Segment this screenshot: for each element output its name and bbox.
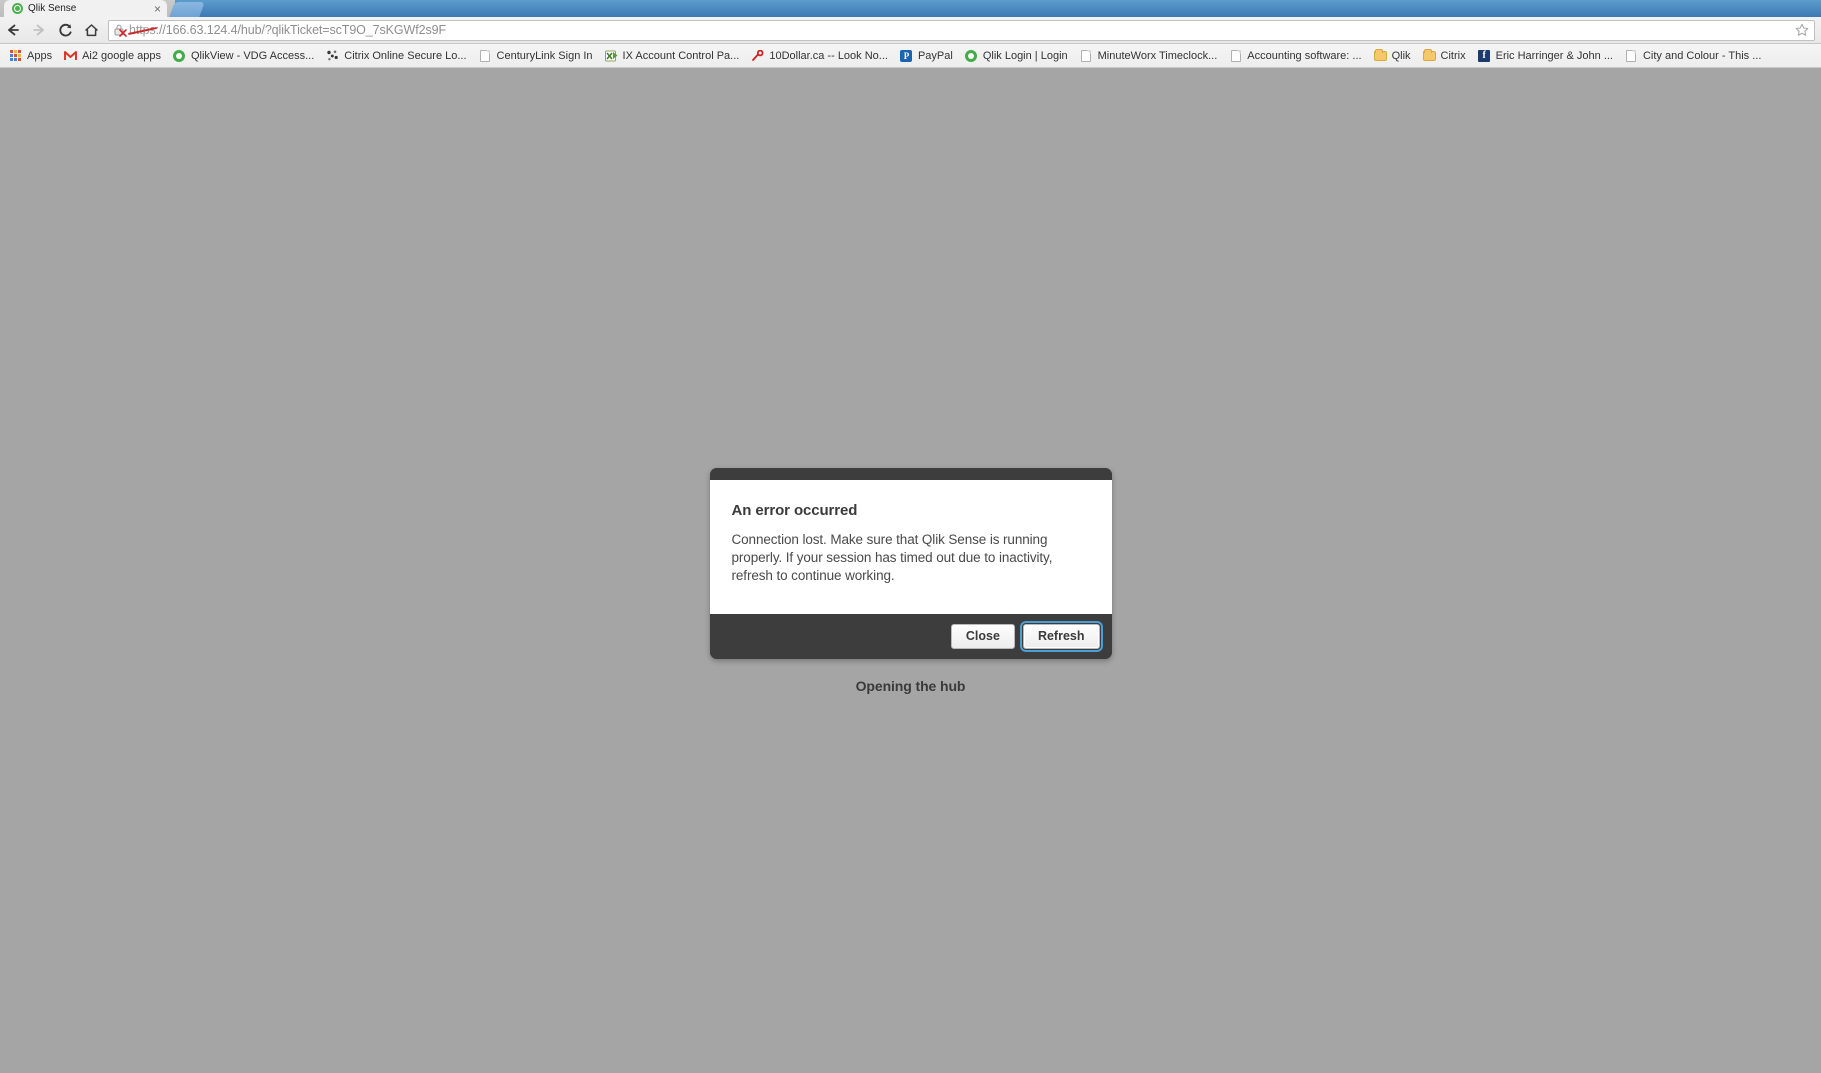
bookmark-qlikview-vdg-access[interactable]: QlikView - VDG Access... xyxy=(167,46,320,66)
document-icon xyxy=(1080,49,1093,62)
browser-toolbar: https://166.63.124.4/hub/?qlikTicket=scT… xyxy=(0,17,1821,44)
bookmark-eric-harringer-john[interactable]: f Eric Harringer & John ... xyxy=(1472,46,1619,66)
bookmark-accounting-software[interactable]: Accounting software: ... xyxy=(1223,46,1367,66)
bookmarks-bar: Apps Ai2 google apps QlikView - VDG Acce… xyxy=(0,44,1821,68)
browser-window: Qlik Sense × https://166.63.124.4/hub/?q… xyxy=(0,0,1821,1073)
qlik-sense-favicon xyxy=(12,3,23,14)
bookmark-folder-citrix[interactable]: Citrix xyxy=(1417,46,1472,66)
bookmark-label: Accounting software: ... xyxy=(1247,49,1362,62)
dialog-footer: Close Refresh xyxy=(709,614,1112,659)
document-icon xyxy=(1229,49,1242,62)
bookmark-label: Apps xyxy=(27,49,53,62)
bookmark-label: Citrix xyxy=(1440,49,1466,62)
bookmark-folder-qlik[interactable]: Qlik xyxy=(1368,46,1417,66)
new-tab-button[interactable] xyxy=(169,2,205,17)
refresh-button[interactable]: Refresh xyxy=(1019,620,1103,653)
bookmark-city-and-colour[interactable]: City and Colour - This ... xyxy=(1619,46,1767,66)
home-icon[interactable] xyxy=(78,17,104,43)
reload-icon[interactable] xyxy=(52,17,78,43)
facebook-icon: f xyxy=(1478,49,1491,62)
broken-https-lock-icon[interactable] xyxy=(113,23,127,37)
document-icon xyxy=(479,49,492,62)
forward-icon[interactable] xyxy=(26,17,52,43)
url-rest: ://166.63.124.4/hub/?qlikTicket=scT9O_7s… xyxy=(155,23,446,37)
bookmark-label: City and Colour - This ... xyxy=(1642,49,1762,62)
paypal-icon: P xyxy=(900,49,913,62)
qlik-circle-icon xyxy=(965,49,978,62)
tabstrip-background xyxy=(0,0,1821,17)
address-bar[interactable]: https://166.63.124.4/hub/?qlikTicket=scT… xyxy=(108,19,1815,41)
bookmark-label: CenturyLink Sign In xyxy=(496,49,593,62)
bookmark-apps[interactable]: Apps xyxy=(3,46,58,66)
bookmark-ai2-google-apps[interactable]: Ai2 google apps xyxy=(58,46,167,66)
document-icon xyxy=(1625,49,1638,62)
address-bar-text: https://166.63.124.4/hub/?qlikTicket=scT… xyxy=(129,23,446,37)
qlik-circle-icon xyxy=(173,49,186,62)
bookmark-label: PayPal xyxy=(917,49,953,62)
star-icon[interactable] xyxy=(1794,22,1810,38)
gmail-icon xyxy=(64,49,78,62)
back-icon[interactable] xyxy=(0,17,26,43)
bookmark-label: 10Dollar.ca -- Look No... xyxy=(769,49,888,62)
dialog-message: Connection lost. Make sure that Qlik Sen… xyxy=(731,532,1053,583)
url-scheme: https xyxy=(129,23,156,37)
apps-grid-icon xyxy=(9,49,22,62)
bookmark-label: Qlik Login | Login xyxy=(982,49,1068,62)
hub-status-text: Opening the hub xyxy=(855,678,966,694)
tab-title: Qlik Sense xyxy=(28,3,77,14)
bookmark-citrix-online-secure-logon[interactable]: Citrix Online Secure Lo... xyxy=(320,46,472,66)
bookmark-label: Eric Harringer & John ... xyxy=(1495,49,1613,62)
dialog-title: An error occurred xyxy=(731,502,858,519)
bookmark-10dollar-ca[interactable]: 10Dollar.ca -- Look No... xyxy=(745,46,894,66)
bookmark-label: Qlik xyxy=(1391,49,1411,62)
bookmark-minuteworx-timeclock[interactable]: MinuteWorx Timeclock... xyxy=(1074,46,1224,66)
dialog-body: An error occurred Connection lost. Make … xyxy=(709,480,1112,614)
citrix-icon xyxy=(326,49,339,62)
page-viewport: An error occurred Connection lost. Make … xyxy=(0,68,1821,1073)
bookmark-ix-account-control-panel[interactable]: IX Account Control Pa... xyxy=(599,46,746,66)
bookmark-qlik-login[interactable]: Qlik Login | Login xyxy=(959,46,1074,66)
close-icon[interactable]: × xyxy=(154,3,161,15)
link-icon xyxy=(751,49,764,62)
bookmark-label: Ai2 google apps xyxy=(82,49,161,62)
dialog-and-status-wrapper: An error occurred Connection lost. Make … xyxy=(676,468,1146,694)
folder-icon xyxy=(1422,48,1436,62)
dialog-header xyxy=(709,468,1112,480)
bookmark-centurylink-sign-in[interactable]: CenturyLink Sign In xyxy=(473,46,599,66)
error-dialog: An error occurred Connection lost. Make … xyxy=(709,468,1112,659)
ix-icon xyxy=(604,49,618,62)
bookmark-label: MinuteWorx Timeclock... xyxy=(1097,49,1218,62)
bookmark-label: IX Account Control Pa... xyxy=(622,49,740,62)
browser-tab-qlik-sense[interactable]: Qlik Sense × xyxy=(4,0,167,17)
close-button[interactable]: Close xyxy=(950,623,1015,650)
bookmark-label: QlikView - VDG Access... xyxy=(190,49,315,62)
folder-icon xyxy=(1373,48,1387,62)
bookmark-label: Citrix Online Secure Lo... xyxy=(344,49,467,62)
bookmark-paypal[interactable]: P PayPal xyxy=(894,46,959,66)
